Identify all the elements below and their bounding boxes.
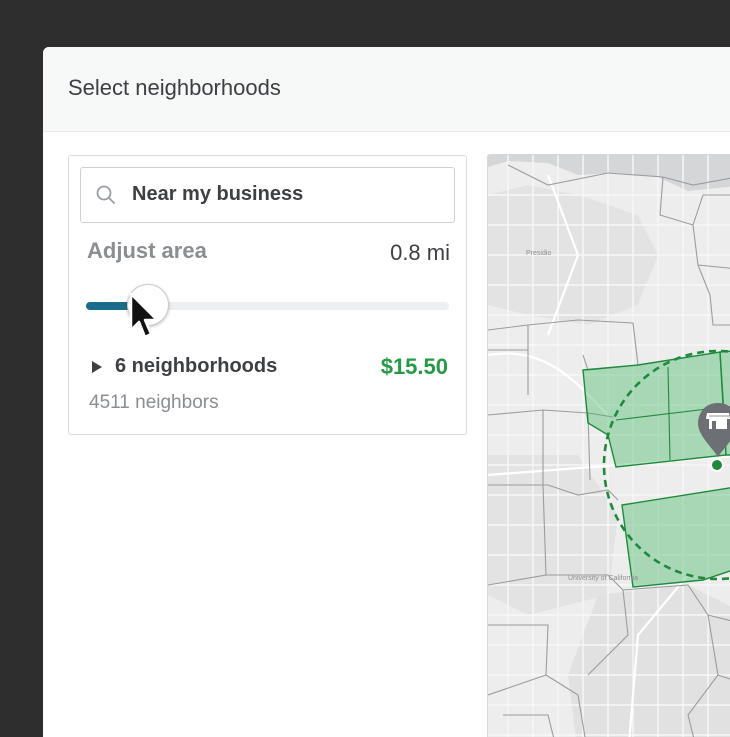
expand-triangle-icon[interactable]	[91, 360, 103, 374]
adjust-area-label: Adjust area	[87, 238, 207, 263]
map-label-presidio: Presidio	[526, 250, 551, 257]
neighborhood-map[interactable]: Presidio University of California	[487, 154, 730, 737]
price: $15.50	[380, 354, 448, 379]
search-input[interactable]: Near my business	[80, 167, 455, 223]
area-panel: Near my business Adjust area 0.8 mi 6 ne…	[68, 155, 467, 435]
area-value: 0.8 mi	[390, 240, 450, 265]
dialog-header: Select neighborhoods	[43, 47, 730, 132]
store-icon	[706, 413, 730, 429]
map-label-university: University of California	[568, 575, 638, 582]
search-value: Near my business	[132, 183, 304, 205]
search-icon	[96, 185, 115, 204]
dialog-title: Select neighborhoods	[68, 75, 281, 100]
park-area	[568, 585, 730, 737]
map-canvas: Presidio University of California	[488, 155, 730, 737]
neighbor-count: 4511 neighbors	[89, 392, 219, 413]
select-neighborhoods-dialog: Select neighborhoods Near my business Ad…	[43, 47, 730, 737]
neighborhood-count[interactable]: 6 neighborhoods	[115, 355, 277, 378]
mouse-cursor-icon	[129, 292, 159, 339]
